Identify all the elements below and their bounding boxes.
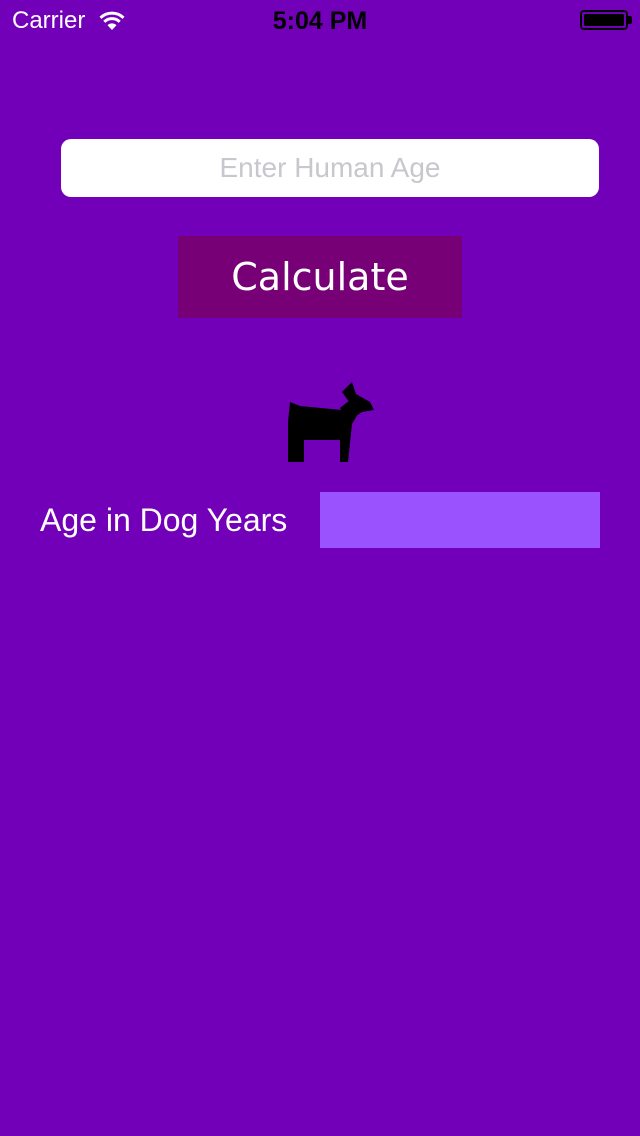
status-time: 5:04 PM (272, 7, 368, 35)
dog-years-result (320, 492, 600, 548)
battery-icon (580, 10, 632, 30)
calculate-button[interactable]: Calculate (178, 236, 462, 318)
dog-years-label: Age in Dog Years (40, 502, 288, 538)
human-age-input[interactable] (61, 139, 599, 197)
status-bar: Carrier 5:04 PM (0, 0, 640, 40)
dog-icon (286, 380, 376, 464)
